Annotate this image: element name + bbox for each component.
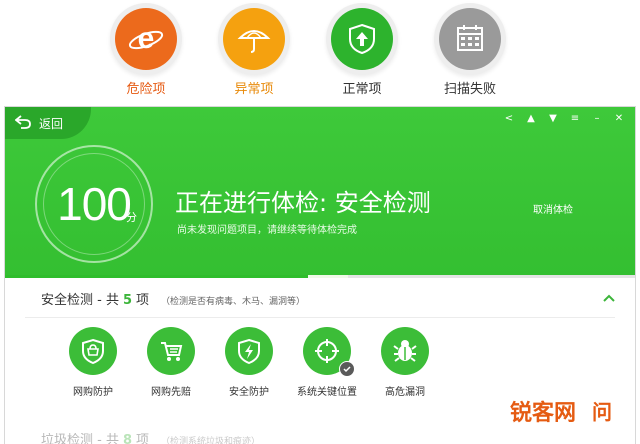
section-unit: 项 [136, 293, 150, 308]
ie-e-icon: e [115, 8, 177, 70]
legend-normal: 正常项 [322, 0, 402, 97]
cancel-checkup-button[interactable]: 取消体检 [533, 201, 573, 216]
shopping-shield-icon [69, 327, 117, 375]
junk-check-section-header: 垃圾检测 - 共 8 项 （检测系统垃圾和痕迹） [41, 429, 260, 444]
check-item-label: 高危漏洞 [385, 387, 425, 398]
window-controls: < ▲ ▼ ≡ – ✕ [503, 113, 625, 124]
check-item-shopping-protection: 网购防护 [53, 327, 133, 398]
legend-label: 扫描失败 [443, 82, 496, 97]
watermark-logo: 锐客网 [510, 401, 577, 426]
section-count: 5 [122, 293, 133, 308]
section-note: （检测是否有病毒、木马、漏洞等） [161, 297, 306, 307]
share-icon[interactable]: < [503, 113, 515, 124]
svg-text:e: e [138, 22, 155, 55]
umbrella-icon [223, 8, 285, 70]
bug-icon [381, 327, 429, 375]
legend-failed: 扫描失败 [430, 0, 510, 97]
checkup-window: 返回 < ▲ ▼ ≡ – ✕ 100 分 正在进行体检: 安全检测 尚未发现问题… [4, 106, 636, 444]
check-item-label: 网购先赔 [151, 387, 191, 398]
progress-fill [5, 275, 320, 278]
scan-subline: 尚未发现问题项目，请继续等待体检完成 [177, 225, 357, 236]
minimize-icon[interactable]: – [591, 113, 603, 124]
section-header: 安全检测 - 共 5 项 （检测是否有病毒、木马、漏洞等） [41, 289, 305, 308]
check-done-icon [339, 361, 355, 377]
divider [25, 317, 615, 318]
check-item-label: 网购防护 [73, 387, 113, 398]
check-item-label: 安全防护 [229, 387, 269, 398]
legend-danger: e 危险项 [106, 0, 186, 97]
status-banner: 返回 < ▲ ▼ ≡ – ✕ 100 分 正在进行体检: 安全检测 尚未发现问题… [5, 107, 635, 277]
menu-icon[interactable]: ≡ [569, 113, 581, 124]
watermark-suffix: 问 [592, 400, 612, 424]
settings-icon[interactable]: ▼ [547, 113, 559, 124]
status-legend: e 危险项 异常项 正常项 扫描失败 [0, 0, 640, 105]
legend-abnormal: 异常项 [214, 0, 294, 97]
shirt-icon[interactable]: ▲ [525, 113, 537, 124]
collapse-chevron-icon[interactable] [603, 291, 615, 305]
score-ring: 100 分 [35, 145, 153, 263]
check-item-shopping-compensation: 网购先赔 [131, 327, 211, 398]
back-button[interactable]: 返回 [5, 107, 91, 139]
shopping-cart-icon [147, 327, 195, 375]
legend-label: 正常项 [342, 82, 382, 97]
calendar-icon [439, 8, 501, 70]
scan-progress-bar [5, 275, 635, 278]
progress-glow [308, 275, 348, 278]
next-section-title: 垃圾检测 - 共 [41, 433, 119, 444]
check-item-label: 系统关键位置 [297, 387, 357, 398]
score-unit: 分 [126, 211, 137, 224]
scan-headline: 正在进行体检: 安全检测 [175, 189, 431, 217]
check-item-high-risk-vulnerabilities: 高危漏洞 [365, 327, 445, 398]
lightning-shield-icon [225, 327, 273, 375]
next-section-unit: 项 [136, 433, 150, 444]
section-title: 安全检测 - 共 [41, 293, 119, 308]
next-section-count: 8 [122, 433, 133, 444]
close-icon[interactable]: ✕ [613, 113, 625, 124]
legend-label: 异常项 [234, 82, 274, 97]
legend-label: 危险项 [126, 82, 166, 97]
shield-arrow-icon [331, 8, 393, 70]
check-item-security-protection: 安全防护 [209, 327, 289, 398]
crosshair-icon [303, 327, 355, 377]
check-item-system-key-locations: 系统关键位置 [287, 327, 367, 398]
back-label: 返回 [39, 116, 64, 131]
back-arrow-icon [14, 114, 31, 133]
